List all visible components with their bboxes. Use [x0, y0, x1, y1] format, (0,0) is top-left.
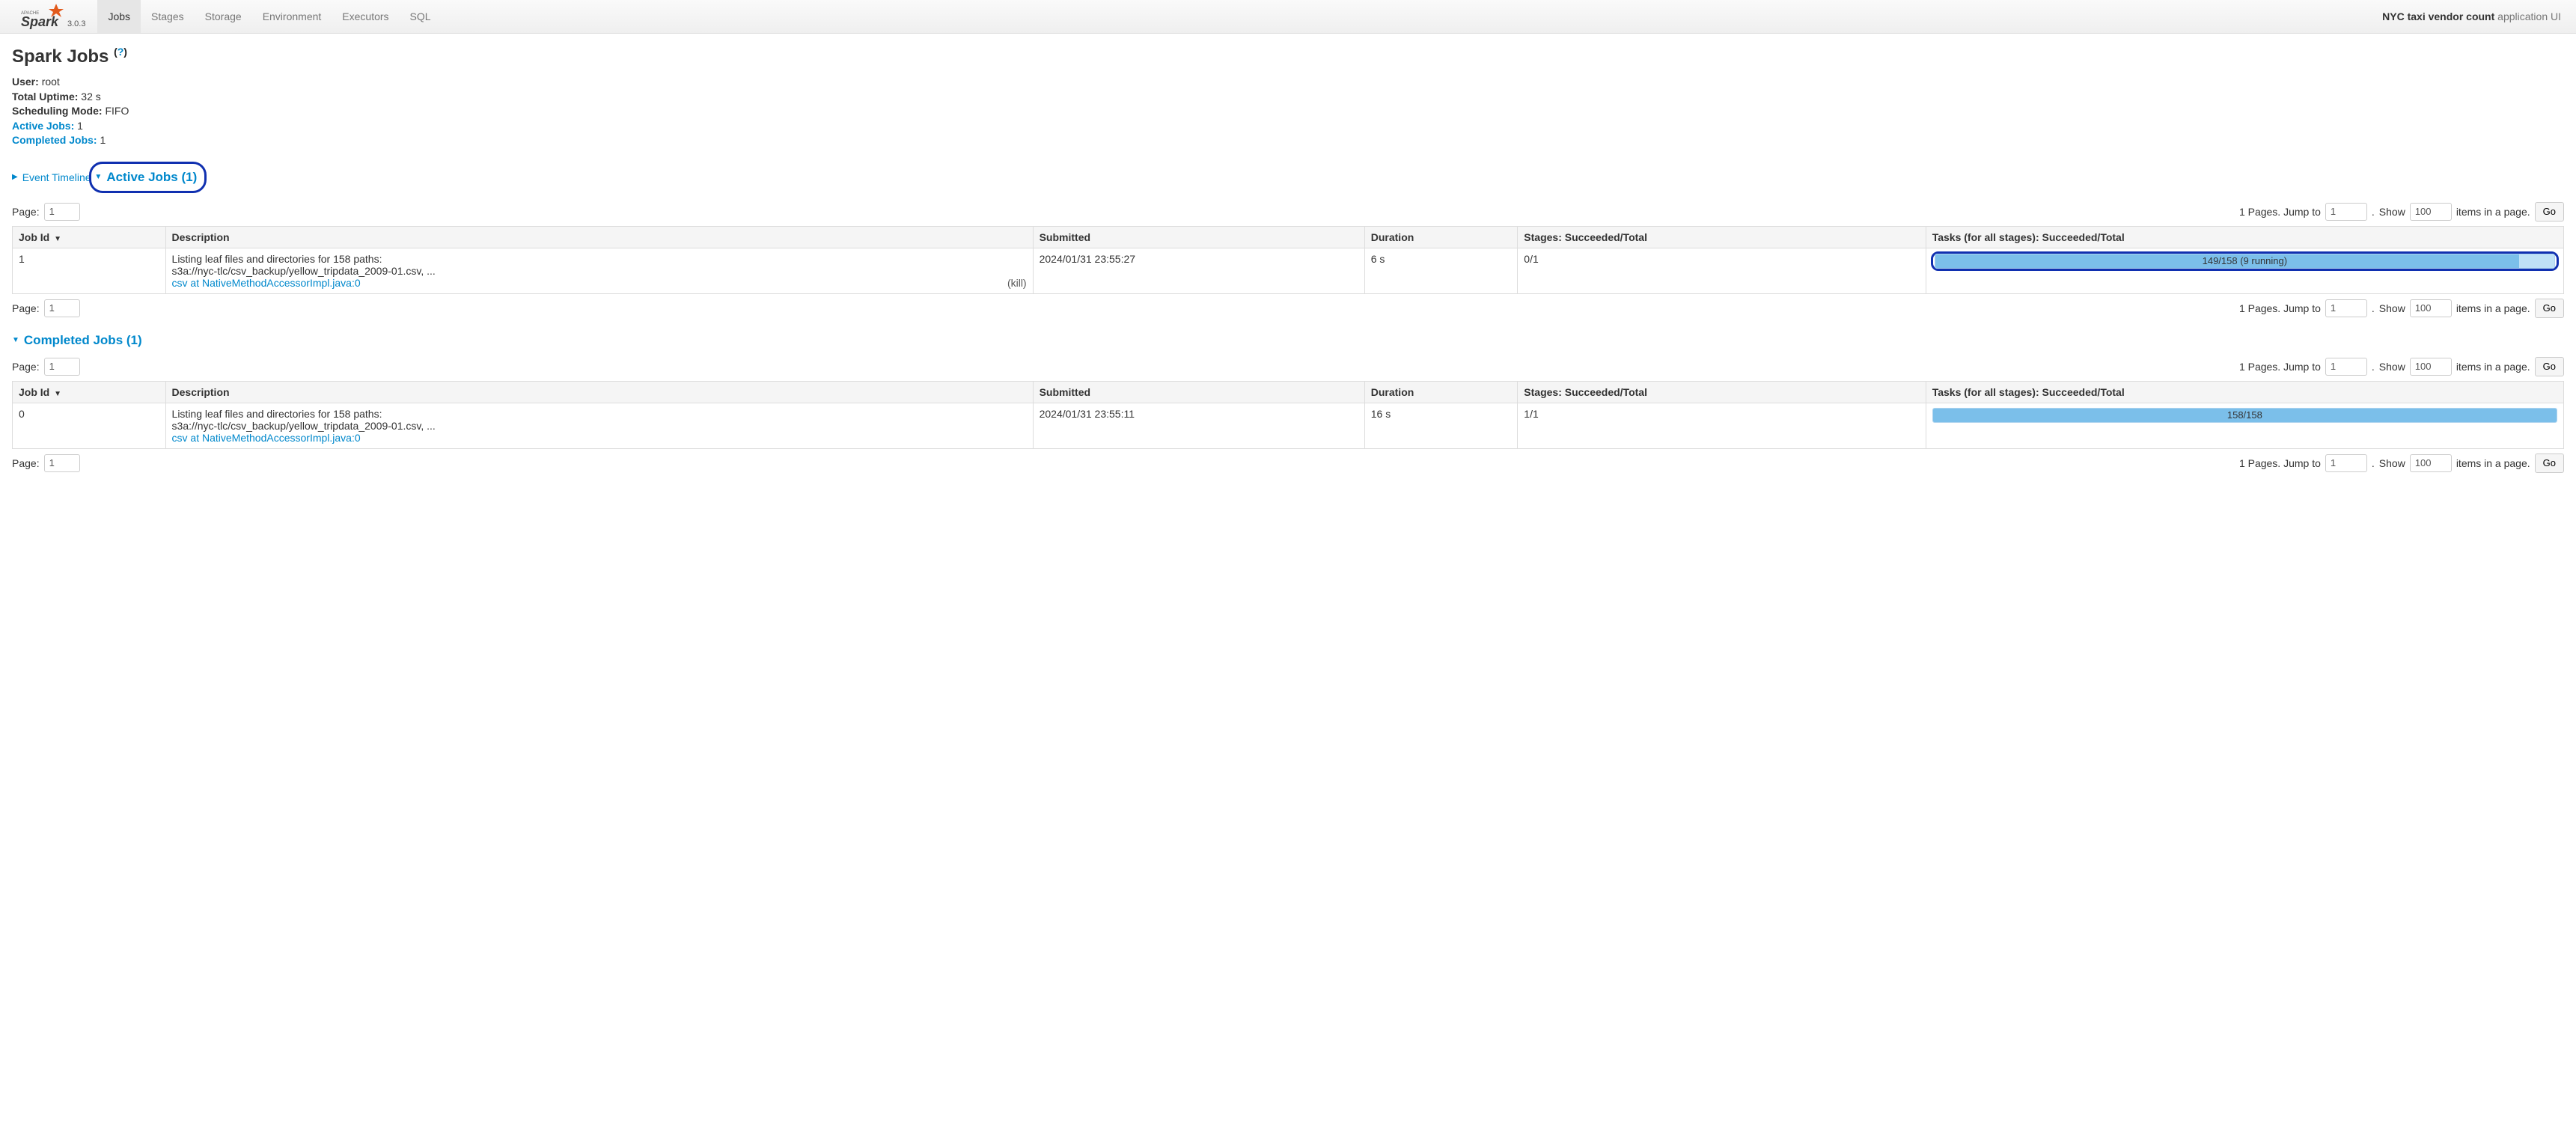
kill-link[interactable]: (kill) [1007, 277, 1027, 289]
active-jobs-toggle[interactable]: ▼ Active Jobs (1) [94, 170, 197, 185]
show-input[interactable] [2410, 358, 2452, 376]
col-stages[interactable]: Stages: Succeeded/Total [1518, 226, 1926, 248]
col-job-id[interactable]: Job Id ▼ [13, 381, 166, 403]
cell-desc: Listing leaf files and directories for 1… [165, 403, 1033, 448]
page-input[interactable] [44, 203, 80, 221]
nav-tabs: Jobs Stages Storage Environment Executor… [97, 0, 441, 33]
sort-desc-icon: ▼ [54, 235, 61, 243]
active-jobs-table: Job Id ▼ Description Submitted Duration … [12, 226, 2564, 294]
help-icon[interactable]: ? [117, 46, 124, 58]
completed-jobs-toggle[interactable]: ▼ Completed Jobs (1) [12, 333, 142, 348]
jump-input[interactable] [2325, 454, 2367, 472]
tasks-progress-bar: 158/158 [1932, 408, 2557, 423]
nav-tab-sql[interactable]: SQL [400, 0, 442, 33]
cell-submitted: 2024/01/31 23:55:11 [1033, 403, 1364, 448]
svg-text:Spark: Spark [21, 14, 59, 29]
cell-stages: 1/1 [1518, 403, 1926, 448]
col-desc[interactable]: Description [165, 381, 1033, 403]
col-submitted[interactable]: Submitted [1033, 381, 1364, 403]
col-tasks[interactable]: Tasks (for all stages): Succeeded/Total [1926, 226, 2563, 248]
summary-completed-link[interactable]: Completed Jobs: [12, 134, 97, 146]
go-button[interactable]: Go [2535, 453, 2564, 473]
jump-input[interactable] [2325, 299, 2367, 317]
navbar: APACHE Spark 3.0.3 Jobs Stages Storage E… [0, 0, 2576, 34]
col-stages[interactable]: Stages: Succeeded/Total [1518, 381, 1926, 403]
nav-tab-storage[interactable]: Storage [195, 0, 252, 33]
jump-input[interactable] [2325, 358, 2367, 376]
app-name: NYC taxi vendor count application UI [2367, 10, 2576, 22]
show-input[interactable] [2410, 203, 2452, 221]
caret-right-icon: ▶ [12, 173, 18, 181]
cell-tasks: 149/158 (9 running) [1926, 248, 2563, 293]
table-row: 1 Listing leaf files and directories for… [13, 248, 2564, 293]
nav-tab-stages[interactable]: Stages [141, 0, 195, 33]
show-input[interactable] [2410, 299, 2452, 317]
col-duration[interactable]: Duration [1364, 226, 1518, 248]
event-timeline-toggle[interactable]: ▶ Event Timeline [12, 171, 91, 183]
cell-job-id: 0 [13, 403, 166, 448]
cell-desc: Listing leaf files and directories for 1… [165, 248, 1033, 293]
cell-stages: 0/1 [1518, 248, 1926, 293]
go-button[interactable]: Go [2535, 299, 2564, 318]
table-row: 0 Listing leaf files and directories for… [13, 403, 2564, 448]
col-desc[interactable]: Description [165, 226, 1033, 248]
go-button[interactable]: Go [2535, 202, 2564, 222]
active-pager-bottom: Page: 1 Pages. Jump to . Show items in a… [12, 299, 2564, 318]
sort-desc-icon: ▼ [54, 390, 61, 398]
cell-duration: 16 s [1364, 403, 1518, 448]
summary-list: User: root Total Uptime: 32 s Scheduling… [12, 75, 2564, 148]
go-button[interactable]: Go [2535, 357, 2564, 376]
col-job-id[interactable]: Job Id ▼ [13, 226, 166, 248]
page-input[interactable] [44, 454, 80, 472]
show-input[interactable] [2410, 454, 2452, 472]
app-name-rest: application UI [2494, 10, 2561, 22]
job-desc-link[interactable]: csv at NativeMethodAccessorImpl.java:0 [172, 277, 361, 289]
completed-pager-bottom: Page: 1 Pages. Jump to . Show items in a… [12, 453, 2564, 473]
completed-jobs-table: Job Id ▼ Description Submitted Duration … [12, 381, 2564, 449]
brand[interactable]: APACHE Spark 3.0.3 [6, 0, 93, 33]
summary-active-link[interactable]: Active Jobs: [12, 120, 74, 132]
cell-duration: 6 s [1364, 248, 1518, 293]
nav-tab-environment[interactable]: Environment [252, 0, 332, 33]
spark-logo-icon: APACHE Spark [21, 4, 64, 29]
col-tasks[interactable]: Tasks (for all stages): Succeeded/Total [1926, 381, 2563, 403]
cell-job-id: 1 [13, 248, 166, 293]
tasks-progress-bar: 149/158 (9 running) [1935, 254, 2555, 269]
page-title: Spark Jobs (?) [12, 46, 2564, 67]
jump-input[interactable] [2325, 203, 2367, 221]
col-submitted[interactable]: Submitted [1033, 226, 1364, 248]
app-name-bold: NYC taxi vendor count [2382, 10, 2494, 22]
brand-version: 3.0.3 [67, 19, 85, 33]
cell-tasks: 158/158 [1926, 403, 2563, 448]
caret-down-icon: ▼ [12, 336, 19, 344]
annotation-tasks-progress: 149/158 (9 running) [1931, 251, 2559, 271]
nav-tab-executors[interactable]: Executors [332, 0, 399, 33]
job-desc-link[interactable]: csv at NativeMethodAccessorImpl.java:0 [172, 432, 361, 444]
cell-submitted: 2024/01/31 23:55:27 [1033, 248, 1364, 293]
caret-down-icon: ▼ [94, 173, 102, 181]
page-input[interactable] [44, 299, 80, 317]
col-duration[interactable]: Duration [1364, 381, 1518, 403]
active-pager-top: Page: 1 Pages. Jump to . Show items in a… [12, 202, 2564, 222]
nav-tab-jobs[interactable]: Jobs [97, 0, 141, 33]
completed-pager-top: Page: 1 Pages. Jump to . Show items in a… [12, 357, 2564, 376]
page-input[interactable] [44, 358, 80, 376]
annotation-active-jobs: ▼ Active Jobs (1) [89, 162, 207, 193]
